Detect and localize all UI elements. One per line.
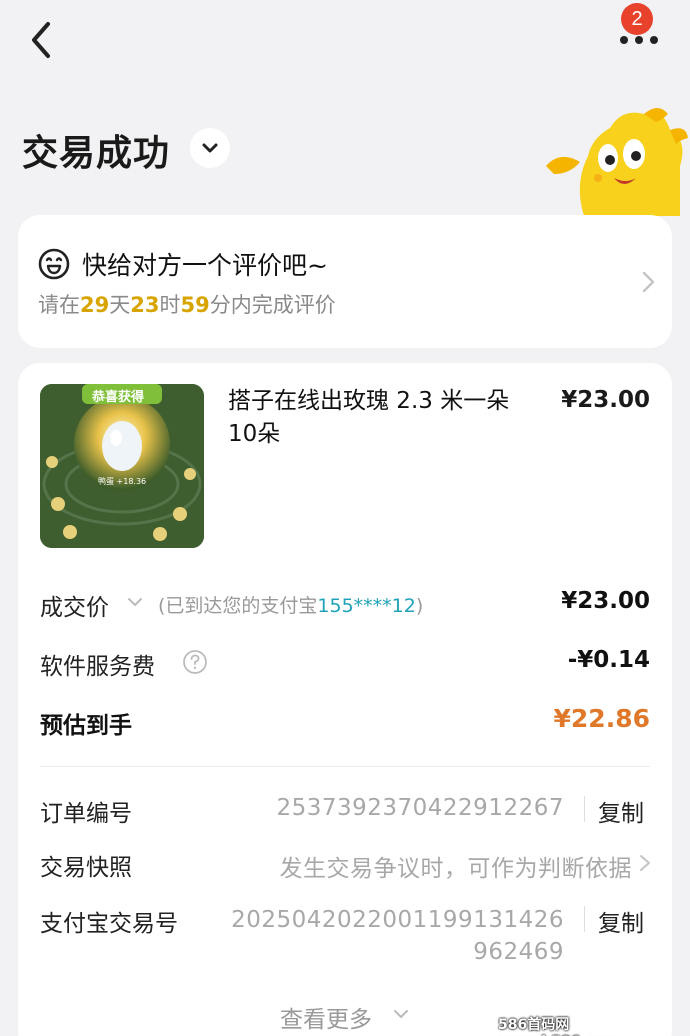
site-watermark: 586首码网 www.h586.com bbox=[498, 1017, 618, 1036]
alipay-trade-number-value: 2025042022001199131426 962469 bbox=[231, 907, 564, 965]
review-deadline-text: 请在29天23时59分内完成评价 bbox=[38, 293, 336, 317]
hours-remaining: 23 bbox=[130, 293, 160, 317]
notification-badge[interactable]: 2 bbox=[621, 3, 653, 35]
smiley-face-icon bbox=[38, 248, 70, 280]
order-number-value: 2537392370422912267 bbox=[276, 795, 564, 821]
trade-snapshot-label: 交易快照 bbox=[40, 855, 132, 881]
trade-snapshot-link[interactable]: 发生交易争议时，可作为判断依据 bbox=[200, 849, 632, 883]
thumbnail-banner: 恭喜获得 bbox=[92, 390, 145, 405]
copy-alipay-number-button[interactable]: 复制 bbox=[598, 904, 644, 938]
order-number-label: 订单编号 bbox=[40, 801, 132, 827]
chevron-down-icon[interactable] bbox=[390, 1003, 412, 1025]
minutes-remaining: 59 bbox=[180, 293, 210, 317]
egg-reward-image bbox=[40, 384, 204, 548]
service-fee-label: 软件服务费 bbox=[40, 654, 155, 680]
question-mark-icon[interactable] bbox=[182, 649, 208, 675]
divider bbox=[584, 796, 585, 822]
estimated-payout-value: ¥22.86 bbox=[553, 704, 650, 733]
thumbnail-caption: 鸭蛋 +18.36 bbox=[98, 477, 147, 486]
copy-order-number-button[interactable]: 复制 bbox=[598, 794, 644, 828]
order-status-title[interactable]: 交易成功 bbox=[22, 124, 170, 176]
product-name[interactable]: 搭子在线出玫瑰 2.3 米一朵10朵 bbox=[228, 385, 528, 451]
see-more-button[interactable]: 查看更多 bbox=[280, 1000, 372, 1034]
days-remaining: 29 bbox=[80, 293, 110, 317]
alipay-trade-number-label: 支付宝交易号 bbox=[40, 911, 178, 937]
alipay-account: 155****12 bbox=[317, 595, 416, 617]
deal-price-label: 成交价 bbox=[40, 595, 109, 621]
chevron-down-icon[interactable] bbox=[190, 128, 230, 168]
divider bbox=[40, 766, 650, 767]
deal-payout-note: (已到达您的支付宝155****12) bbox=[158, 595, 424, 617]
service-fee-value: -¥0.14 bbox=[567, 647, 650, 673]
review-prompt-title: 快给对方一个评价吧~ bbox=[82, 251, 328, 280]
chevron-right-icon[interactable] bbox=[638, 852, 652, 874]
divider bbox=[584, 906, 585, 932]
back-arrow-icon[interactable] bbox=[22, 18, 62, 62]
estimated-payout-label: 预估到手 bbox=[40, 713, 132, 739]
chevron-right-icon[interactable] bbox=[638, 269, 658, 295]
product-price: ¥23.00 bbox=[561, 387, 650, 413]
deal-price-value: ¥23.00 bbox=[561, 588, 650, 614]
fish-mascot-icon bbox=[546, 108, 688, 216]
product-thumbnail[interactable]: 恭喜获得 鸭蛋 +18.36 bbox=[40, 384, 204, 548]
chevron-down-icon[interactable] bbox=[124, 591, 146, 613]
